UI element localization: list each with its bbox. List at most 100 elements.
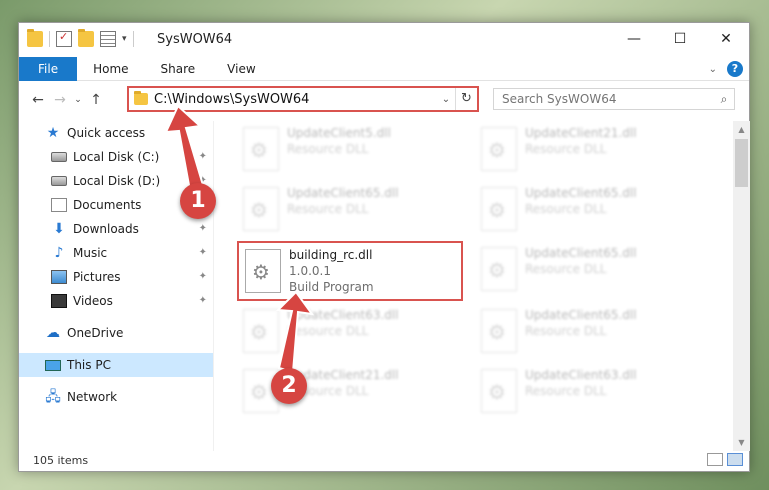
navigation-pane: ★ Quick access Local Disk (C:) ✦ Local D…	[19, 121, 213, 451]
sidebar-item-onedrive[interactable]: ☁ OneDrive	[19, 321, 213, 345]
sidebar-item-label: Downloads	[73, 222, 139, 236]
file-item[interactable]: UpdateClient5.dll Resource DLL	[237, 121, 463, 177]
dll-file-icon	[243, 309, 279, 353]
pane-divider[interactable]	[213, 121, 214, 451]
sidebar-item-downloads[interactable]: ⬇ Downloads ✦	[19, 217, 213, 241]
sidebar-item-videos[interactable]: Videos ✦	[19, 289, 213, 313]
pin-icon[interactable]: ✦	[199, 295, 207, 306]
disk-icon	[51, 152, 67, 162]
sidebar-item-network[interactable]: 🖧 Network	[19, 385, 213, 409]
sidebar-item-label: Quick access	[67, 126, 146, 140]
recent-locations-button[interactable]: ⌄	[71, 95, 85, 105]
sidebar-item-label: Pictures	[73, 270, 121, 284]
search-box[interactable]: ⌕	[493, 88, 735, 110]
title-bar: ▾ SysWOW64 — ☐ ✕	[19, 23, 749, 57]
sidebar-item-this-pc[interactable]: This PC	[19, 353, 213, 377]
file-item[interactable]: UpdateClient65.dll Resource DLL	[237, 181, 463, 237]
navigation-bar: ← → ⌄ ↑ C:\Windows\SysWOW64 ⌄ ↻ ⌕	[19, 82, 749, 118]
file-item[interactable]: UpdateClient65.dll Resource DLL	[475, 181, 701, 237]
dll-file-icon	[243, 187, 279, 231]
file-description: Resource DLL	[287, 324, 369, 338]
cloud-icon: ☁	[46, 325, 60, 341]
file-version: 1.0.0.1	[289, 264, 331, 278]
file-item[interactable]: UpdateClient21.dll Resource DLL	[475, 121, 701, 177]
file-description: Resource DLL	[525, 202, 607, 216]
sidebar-item-label: This PC	[67, 358, 111, 372]
search-input[interactable]	[494, 92, 714, 106]
help-icon[interactable]: ?	[727, 61, 743, 77]
search-icon[interactable]: ⌕	[714, 92, 734, 107]
item-count: 105 items	[33, 453, 89, 467]
file-name: UpdateClient65.dll	[525, 246, 637, 260]
music-icon: ♪	[54, 245, 64, 261]
toolbar-divider	[49, 31, 50, 47]
dll-file-icon	[243, 127, 279, 171]
address-bar[interactable]: C:\Windows\SysWOW64 ⌄ ↻	[127, 86, 479, 112]
dll-file-icon	[481, 187, 517, 231]
file-description: Resource DLL	[525, 384, 607, 398]
maximize-button[interactable]: ☐	[657, 23, 703, 55]
close-button[interactable]: ✕	[703, 23, 749, 55]
tab-home[interactable]: Home	[77, 57, 144, 81]
pictures-icon	[51, 270, 67, 284]
file-description: Resource DLL	[287, 202, 369, 216]
sidebar-item-label: Music	[73, 246, 108, 260]
expand-ribbon-icon[interactable]: ⌄	[709, 64, 717, 75]
star-icon: ★	[46, 125, 60, 141]
tab-share[interactable]: Share	[145, 57, 212, 81]
file-description: Resource DLL	[287, 142, 369, 156]
dll-file-icon	[481, 247, 517, 291]
status-bar: 105 items	[19, 449, 749, 471]
file-name: UpdateClient63.dll	[287, 308, 399, 322]
file-name: UpdateClient63.dll	[525, 368, 637, 382]
step-callout-2: 2	[271, 368, 307, 404]
dll-file-icon	[481, 127, 517, 171]
sidebar-item-label: Videos	[73, 294, 113, 308]
tab-file[interactable]: File	[19, 56, 78, 81]
customize-toolbar-icon[interactable]	[100, 31, 116, 47]
tab-view[interactable]: View	[211, 57, 271, 81]
file-item-building-rc-dll[interactable]: building_rc.dll 1.0.0.1 Build Program	[237, 241, 463, 301]
up-button[interactable]: ↑	[85, 92, 107, 108]
address-dropdown-icon[interactable]: ⌄	[437, 94, 455, 105]
ribbon-tabs: File Home Share View ⌄ ?	[19, 56, 749, 81]
refresh-button[interactable]: ↻	[455, 88, 477, 110]
toolbar-divider	[132, 31, 134, 47]
step-callout-1: 1	[180, 183, 216, 219]
pin-icon[interactable]: ✦	[199, 271, 207, 282]
file-item[interactable]: UpdateClient63.dll Resource DLL	[237, 303, 463, 359]
address-path[interactable]: C:\Windows\SysWOW64	[154, 92, 437, 107]
vertical-scrollbar[interactable]: ▲ ▼	[733, 121, 750, 451]
network-icon: 🖧	[45, 389, 61, 405]
tiles-view-icon[interactable]	[727, 453, 743, 466]
sidebar-item-music[interactable]: ♪ Music ✦	[19, 241, 213, 265]
file-description: Build Program	[289, 280, 374, 294]
scroll-up-icon[interactable]: ▲	[733, 121, 750, 138]
new-folder-icon[interactable]	[78, 29, 94, 47]
download-icon: ⬇	[53, 221, 65, 237]
file-item[interactable]: UpdateClient65.dll Resource DLL	[475, 303, 701, 359]
scrollbar-thumb[interactable]	[735, 139, 748, 187]
sidebar-item-pictures[interactable]: Pictures ✦	[19, 265, 213, 289]
file-name: UpdateClient65.dll	[287, 186, 399, 200]
pin-icon[interactable]: ✦	[199, 247, 207, 258]
sidebar-item-quick-access[interactable]: ★ Quick access	[19, 121, 213, 145]
pin-icon[interactable]: ✦	[199, 223, 207, 234]
sidebar-item-local-disk-c[interactable]: Local Disk (C:) ✦	[19, 145, 213, 169]
file-item[interactable]: UpdateClient65.dll Resource DLL	[475, 241, 701, 297]
view-toggle	[707, 453, 743, 466]
pin-icon[interactable]: ✦	[199, 151, 207, 162]
folder-icon	[27, 29, 43, 47]
file-item[interactable]: UpdateClient63.dll Resource DLL	[475, 363, 701, 419]
file-description: Resource DLL	[525, 262, 607, 276]
properties-check-icon[interactable]	[56, 30, 72, 47]
forward-button[interactable]: →	[49, 92, 71, 108]
back-button[interactable]: ←	[27, 92, 49, 108]
minimize-button[interactable]: —	[611, 23, 657, 55]
toolbar-dropdown-icon[interactable]: ▾	[122, 34, 127, 44]
sidebar-item-label: Local Disk (D:)	[73, 174, 161, 188]
details-view-icon[interactable]	[707, 453, 723, 466]
